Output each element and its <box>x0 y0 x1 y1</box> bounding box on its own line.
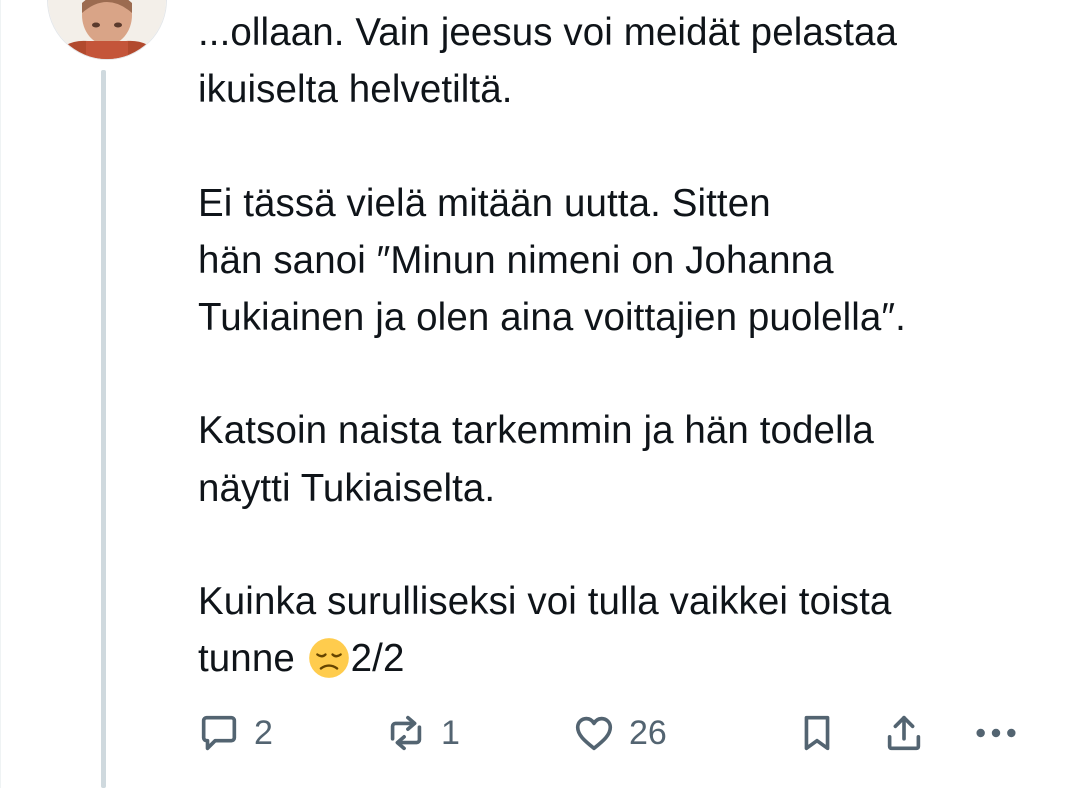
tweet-paragraph: Katsoin naista tarkemmin ja hän todella … <box>198 402 1058 517</box>
disappointed-face-emoji-icon <box>308 638 349 679</box>
like-count: 26 <box>629 714 667 752</box>
tweet-line: Ei tässä vielä mitään uutta. Sitten <box>198 181 771 225</box>
column-border <box>0 0 1 788</box>
more-options-button[interactable] <box>970 708 1022 758</box>
tweet-line: hän sanoi ″Minun nimeni on Johanna <box>198 238 834 282</box>
tweet-paragraph: Ei tässä vielä mitään uutta. Sitten hän … <box>198 175 1058 347</box>
tweet-line: Katsoin naista tarkemmin ja hän todella <box>198 409 874 453</box>
retweet-button[interactable]: 1 <box>383 708 460 758</box>
tweet-actions: 2 1 26 <box>0 708 1079 758</box>
heart-icon <box>575 716 613 751</box>
bookmark-button[interactable] <box>794 708 840 758</box>
tweet-thread-counter: 2/2 <box>350 637 405 681</box>
tweet-line: Tukiainen ja olen aina voittajien puolel… <box>198 296 906 340</box>
tweet-line: ikuiselta helvetiltä. <box>198 68 513 112</box>
bookmark-icon <box>804 715 830 751</box>
tweet-text-fragment: tunne <box>198 637 306 681</box>
avatar-image <box>48 0 166 59</box>
reply-button[interactable]: 2 <box>196 708 273 758</box>
avatar[interactable] <box>47 0 167 60</box>
tweet-paragraph: ...ollaan. Vain jeesus voi meidät pelast… <box>198 4 1058 119</box>
tweet-text: ...ollaan. Vain jeesus voi meidät pelast… <box>198 4 1058 688</box>
thread-connector-line <box>101 70 106 788</box>
more-icon <box>976 728 1016 738</box>
tweet-paragraph: Kuinka surulliseksi voi tulla vaikkei to… <box>198 573 1058 688</box>
tweet-line: ...ollaan. Vain jeesus voi meidät pelast… <box>198 11 898 54</box>
retweet-icon <box>390 715 422 751</box>
share-button[interactable] <box>881 708 927 758</box>
share-icon <box>887 715 921 751</box>
like-button[interactable]: 26 <box>571 708 667 758</box>
reply-count: 2 <box>254 714 273 752</box>
retweet-count: 1 <box>441 714 460 752</box>
tweet-line-with-emoji: tunne 2/2 <box>198 630 1058 687</box>
tweet-line: Kuinka surulliseksi voi tulla vaikkei to… <box>198 580 892 624</box>
reply-icon <box>201 715 237 751</box>
tweet-line: näytti Tukiaiselta. <box>198 466 496 510</box>
